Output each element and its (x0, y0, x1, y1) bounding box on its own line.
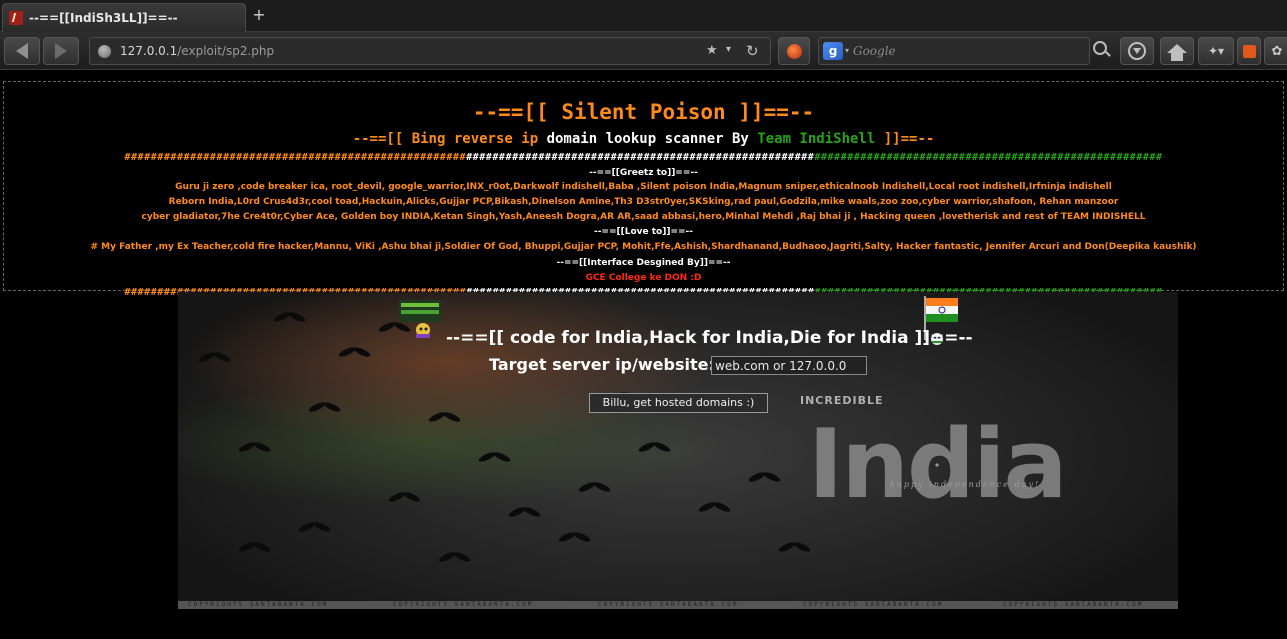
bird-icon (507, 505, 542, 521)
addon-button[interactable] (778, 37, 810, 65)
design-line: GCE College ke DON :D (585, 273, 702, 283)
bird-icon (777, 540, 812, 556)
greetz-heading: --==[[Greetz to]]==-- (589, 168, 698, 178)
bird-icon (272, 310, 307, 326)
tab-bar: --==[[IndiSh3LL]]==-- + (0, 0, 1287, 32)
extension-icon (1242, 44, 1256, 58)
bookmark-star-icon[interactable]: ★ (706, 43, 718, 58)
tab-title: --==[[IndiSh3LL]]==-- (29, 11, 178, 25)
back-arrow-icon (16, 43, 28, 59)
tab-active[interactable]: --==[[IndiSh3LL]]==-- (2, 3, 246, 32)
forward-arrow-icon (55, 43, 67, 59)
bird-icon (237, 440, 272, 456)
settings-icon: ✿ (1271, 43, 1283, 59)
footer-text: COPYRIGHTS SANTABANTA.COM (803, 601, 944, 608)
header-box: --==[[ Silent Poison ]]==-- --==[[ Bing … (3, 81, 1284, 298)
url-host: 127.0.0.1 (120, 44, 178, 58)
subtitle-part-c: Team IndiShell (757, 131, 876, 147)
puzzle-icon: ✦▾ (1207, 44, 1225, 58)
bird-icon (197, 350, 232, 366)
download-icon (1128, 42, 1146, 60)
brand-big: India (808, 410, 1068, 520)
get-domains-button[interactable]: Billu, get hosted domains :) (589, 393, 768, 413)
bird-icon (237, 540, 272, 556)
greetz-line-2: Reborn India,L0rd Crus4d3r,cool toad,Hac… (168, 197, 1119, 207)
page-content: --==[[ Silent Poison ]]==-- --==[[ Bing … (0, 71, 1287, 639)
settings-button[interactable]: ✿ (1264, 37, 1287, 65)
bird-icon (337, 345, 372, 361)
search-input[interactable]: Google (853, 44, 896, 58)
mascot-left-icon (399, 300, 441, 338)
bird-icon (387, 490, 422, 506)
brand-small: INCREDIBLE (800, 394, 884, 407)
bird-icon (747, 470, 782, 486)
slogan: --==[[ code for India,Hack for India,Die… (446, 328, 973, 348)
google-icon[interactable]: g (823, 42, 843, 60)
brand-tagline: happy independence day! (890, 480, 1041, 489)
page-subtitle: --==[[ Bing reverse ip domain lookup sca… (4, 131, 1283, 147)
footer-text: COPYRIGHTS SANTABANTA.COM (393, 601, 534, 608)
subtitle-part-d: ]]==-- (875, 131, 935, 147)
back-button[interactable] (4, 37, 40, 65)
home-button[interactable] (1160, 37, 1194, 65)
hash-white: ########################################… (466, 152, 815, 163)
banner: INCREDIBLE India happy independence day!… (178, 292, 1178, 609)
design-heading: --==[[Interface Desgined By]]==-- (556, 258, 731, 268)
forward-button[interactable] (43, 37, 79, 65)
reload-icon[interactable]: ↻ (746, 42, 759, 60)
address-bar[interactable]: 127.0.0.1/exploit/sp2.php ★ ▾ ↻ (89, 37, 771, 65)
greetz-line-3: cyber gladiator,7he Cre4t0r,Cyber Ace, G… (141, 212, 1146, 222)
bird-icon (577, 480, 612, 496)
bird-icon (297, 520, 332, 536)
footer-text: COPYRIGHTS SANTABANTA.COM (1003, 601, 1144, 608)
home-icon (1167, 43, 1187, 61)
love-heading: --==[[Love to]]==-- (593, 227, 694, 237)
url-text[interactable]: 127.0.0.1/exploit/sp2.php (120, 44, 274, 58)
subtitle-part-b: domain lookup scanner By (546, 131, 758, 147)
addons-button[interactable]: ✦▾ (1198, 37, 1234, 65)
url-path: /exploit/sp2.php (177, 44, 275, 58)
bird-icon (437, 550, 472, 566)
downloads-button[interactable] (1120, 37, 1154, 65)
page-title: --==[[ Silent Poison ]]==-- (472, 100, 815, 124)
search-bar[interactable]: g ▾ Google (818, 37, 1090, 65)
globe-icon (98, 45, 111, 58)
history-dropdown-icon[interactable]: ▾ (726, 44, 731, 55)
target-input[interactable] (711, 356, 867, 375)
banner-footer: COPYRIGHTS SANTABANTA.COM COPYRIGHTS SAN… (178, 601, 1178, 609)
hash-orange: ########################################… (124, 152, 467, 163)
hash-green: ########################################… (814, 152, 1163, 163)
bird-icon (557, 530, 592, 546)
footer-text: COPYRIGHTS SANTABANTA.COM (598, 601, 739, 608)
subtitle-part-a: --==[[ Bing reverse ip (352, 131, 547, 147)
engine-dropdown-icon[interactable]: ▾ (845, 46, 849, 55)
bird-icon (477, 450, 512, 466)
footer-text: COPYRIGHTS SANTABANTA.COM (188, 601, 329, 608)
bird-icon (697, 500, 732, 516)
nav-bar: 127.0.0.1/exploit/sp2.php ★ ▾ ↻ g ▾ Goog… (0, 32, 1287, 70)
new-tab-button[interactable]: + (252, 6, 266, 24)
firefox-addon-icon (787, 44, 802, 59)
bird-icon (427, 410, 462, 426)
bird-icon (307, 400, 342, 416)
greetz-line-1: Guru ji zero ,code breaker ica, root_dev… (175, 182, 1112, 192)
love-line: # My Father ,my Ex Teacher,cold fire hac… (90, 242, 1197, 252)
bird-icon (637, 440, 672, 456)
extension-button[interactable] (1237, 37, 1261, 65)
hash-divider-top: ########################################… (4, 152, 1283, 163)
search-icon[interactable] (1093, 41, 1107, 55)
target-label: Target server ip/website: (489, 355, 715, 374)
favicon-icon (9, 11, 23, 25)
